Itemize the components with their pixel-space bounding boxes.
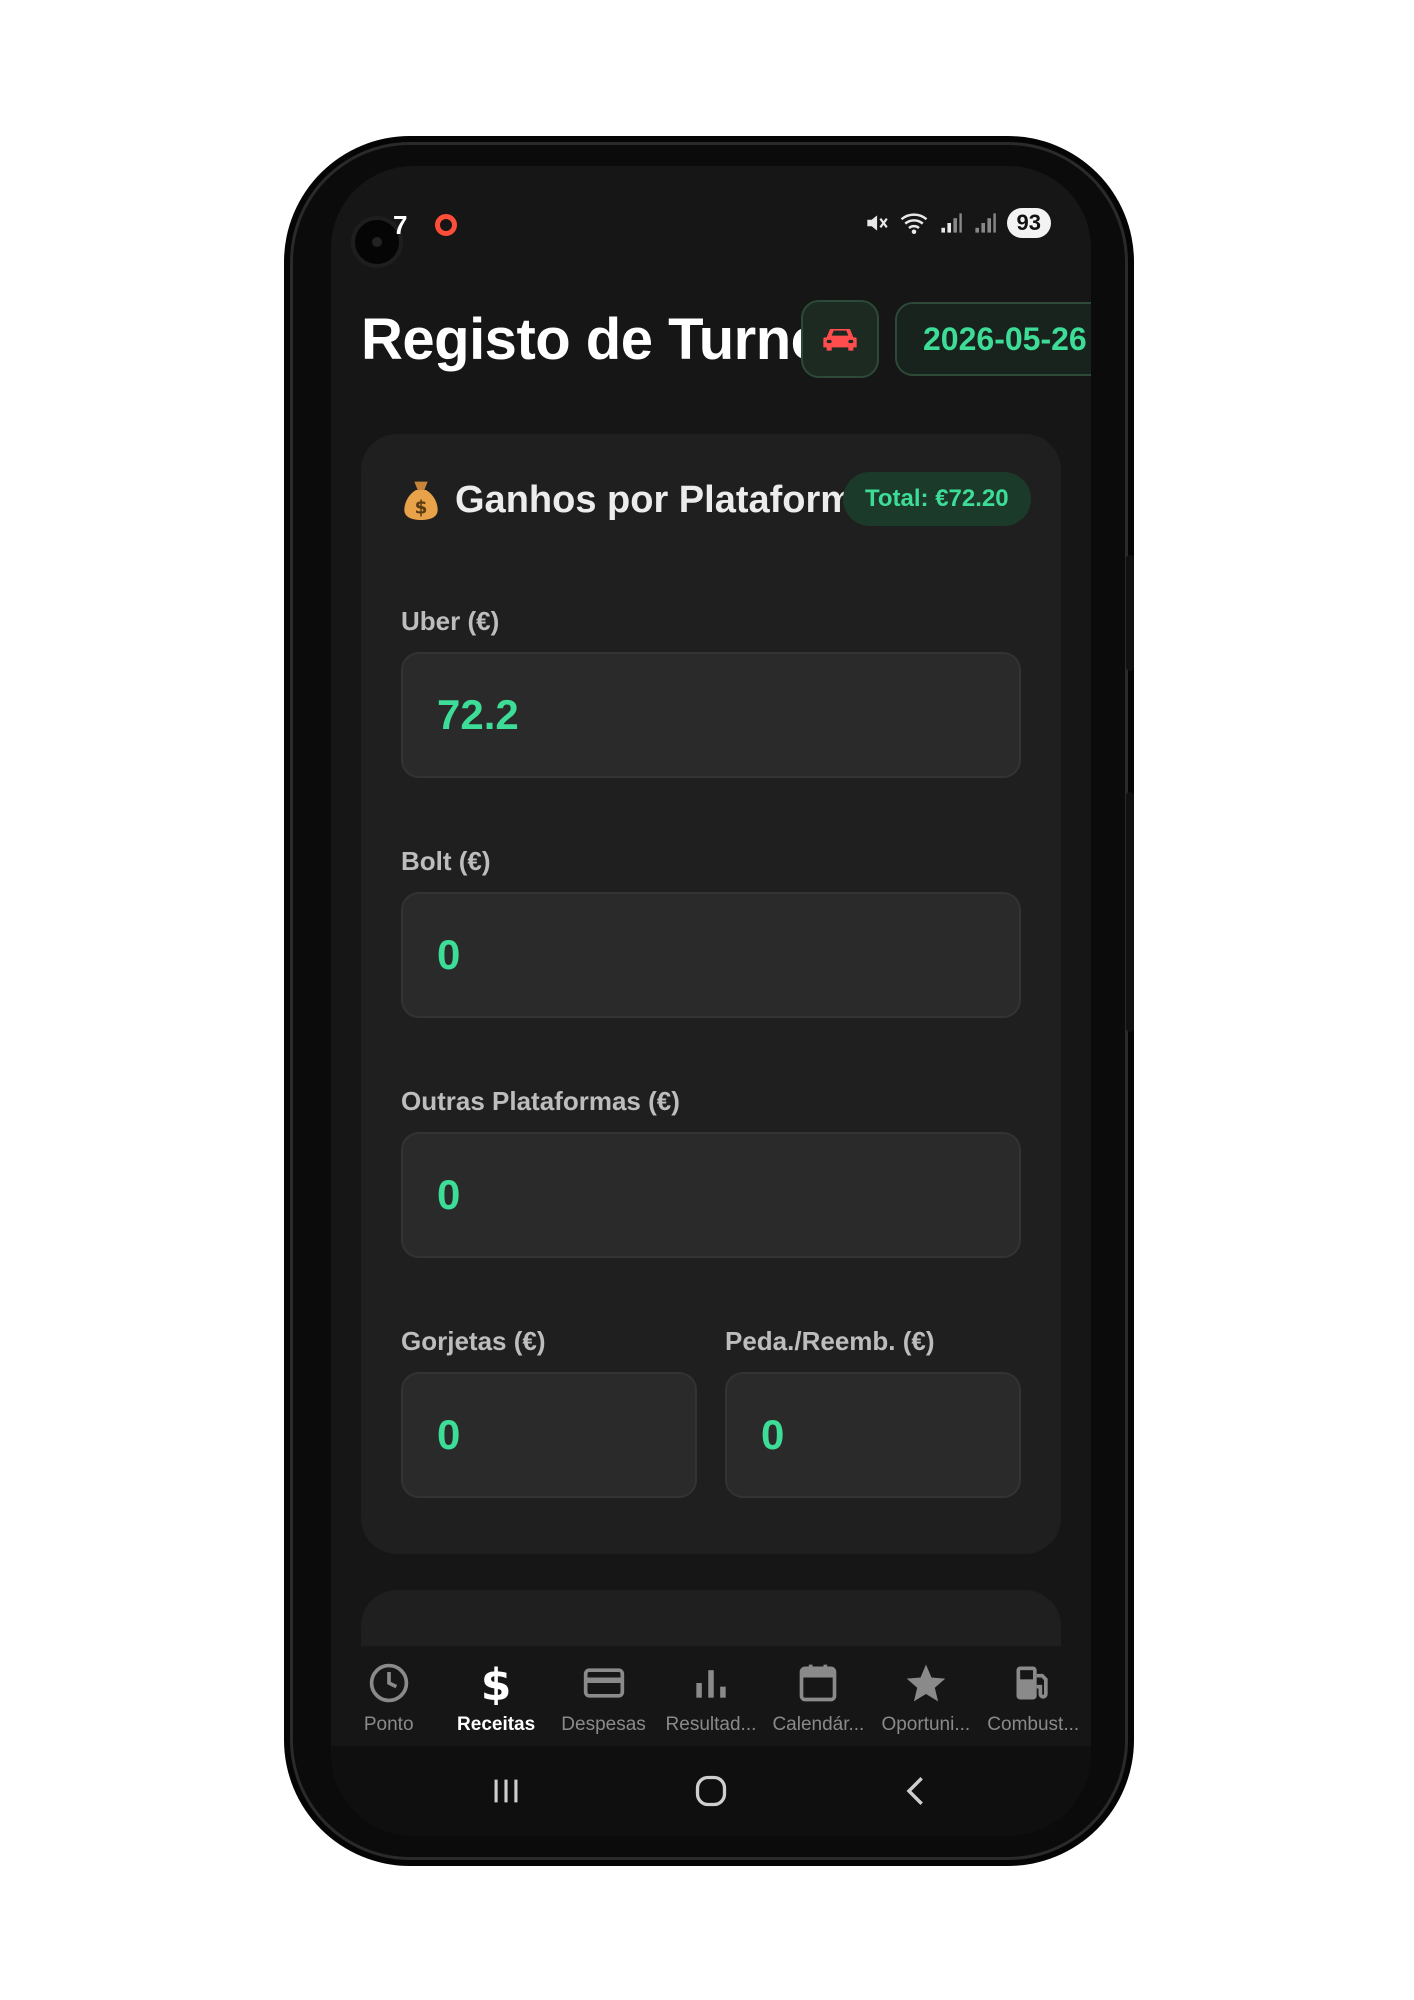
outras-input[interactable]: 0: [401, 1132, 1021, 1258]
fuel-icon: [1010, 1660, 1056, 1706]
nav-oportunidades[interactable]: Oportuni...: [873, 1646, 979, 1736]
card-title: Ganhos por Plataforma: [455, 478, 876, 521]
app-screen: 7 93 Registo de Turno 2026-05-26 $ Ganho…: [331, 166, 1091, 1836]
battery-indicator: 93: [1006, 208, 1051, 238]
star-icon: [903, 1660, 949, 1706]
nav-label: Calendár...: [772, 1714, 865, 1735]
uber-input[interactable]: 72.2: [401, 652, 1021, 778]
nav-ponto[interactable]: Ponto: [336, 1646, 442, 1736]
nav-label: Despesas: [561, 1714, 646, 1735]
wifi-icon: [899, 210, 929, 236]
page-title: Registo de Turno: [361, 307, 826, 372]
bottom-nav: Ponto $ Receitas Despesas Resultad... Ca…: [331, 1646, 1091, 1746]
bar-chart-icon: [688, 1660, 734, 1706]
back-icon[interactable]: [891, 1766, 941, 1816]
total-badge: Total: €72.20: [843, 472, 1031, 526]
svg-text:$: $: [481, 1661, 512, 1705]
nav-label: Resultad...: [665, 1714, 757, 1735]
nav-despesas[interactable]: Despesas: [551, 1646, 657, 1736]
nav-combustivel[interactable]: Combust...: [980, 1646, 1086, 1736]
nav-receitas[interactable]: $ Receitas: [443, 1646, 549, 1736]
nav-label: Ponto: [363, 1714, 414, 1735]
svg-text:$: $: [415, 497, 428, 518]
card-icon: [581, 1660, 627, 1706]
nav-resultados[interactable]: Resultad...: [658, 1646, 764, 1736]
signal-icon: [939, 211, 963, 235]
power-button: [1126, 792, 1134, 1032]
rec-dot-icon: [435, 214, 457, 236]
car-icon: [823, 329, 857, 351]
money-bag-icon: $: [404, 481, 438, 520]
status-icons: 93: [863, 208, 1051, 238]
nav-calendario[interactable]: Calendár...: [765, 1646, 871, 1736]
clock-icon: [366, 1660, 412, 1706]
gorjetas-input[interactable]: 0: [401, 1372, 697, 1498]
gorjetas-label: Gorjetas (€): [401, 1326, 546, 1356]
peda-label: Peda./Reemb. (€): [725, 1326, 935, 1356]
outras-label: Outras Plataformas (€): [401, 1086, 680, 1116]
earnings-card: $ Ganhos por Plataforma Total: €72.20 Ub…: [361, 434, 1061, 1554]
recents-icon[interactable]: [481, 1766, 531, 1816]
signal-icon: [973, 211, 997, 235]
mute-icon: [863, 210, 889, 236]
nav-label: Receitas: [457, 1714, 536, 1735]
dollar-icon: $: [473, 1660, 519, 1706]
nav-label: Oportuni...: [881, 1714, 971, 1735]
bolt-label: Bolt (€): [401, 846, 491, 876]
status-time: 7: [393, 210, 408, 240]
system-nav-bar: [331, 1746, 1091, 1836]
card-header: $ Ganhos por Plataforma: [401, 478, 875, 522]
date-picker-button[interactable]: 2026-05-26: [895, 302, 1091, 376]
status-bar: 7 93: [331, 206, 1091, 268]
uber-label: Uber (€): [401, 606, 500, 636]
volume-button: [1126, 555, 1134, 671]
peda-input[interactable]: 0: [725, 1372, 1021, 1498]
nav-label: Combust...: [987, 1714, 1080, 1735]
calendar-icon: [795, 1660, 841, 1706]
home-icon[interactable]: [686, 1766, 736, 1816]
vehicle-button[interactable]: [801, 300, 879, 378]
bolt-input[interactable]: 0: [401, 892, 1021, 1018]
